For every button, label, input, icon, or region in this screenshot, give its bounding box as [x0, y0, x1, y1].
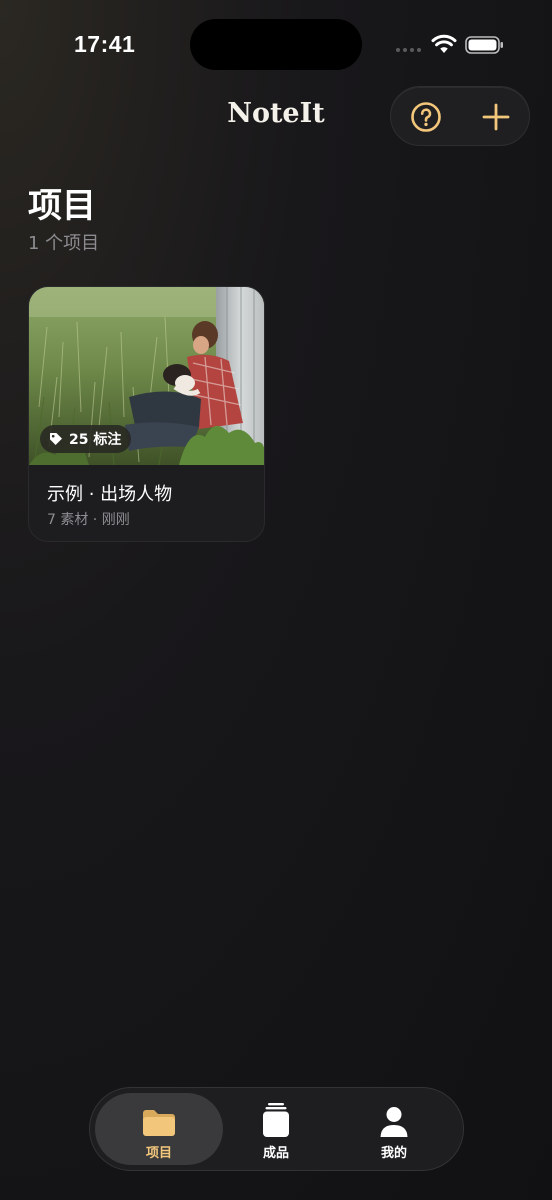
- tab-projects[interactable]: 项目: [95, 1093, 223, 1165]
- status-time: 17:41: [74, 31, 136, 57]
- cellular-signal-icon: [396, 48, 421, 52]
- folder-icon: [143, 1110, 175, 1136]
- header-actions: [390, 86, 530, 146]
- tab-projects-label: 项目: [145, 1146, 172, 1161]
- project-title: 示例 · 出场人物: [47, 484, 173, 505]
- add-project-button[interactable]: [461, 87, 531, 147]
- project-meta: 7 素材 · 刚刚: [47, 512, 130, 528]
- project-count: 1 个项目: [28, 233, 100, 254]
- tab-me[interactable]: 我的: [330, 1093, 458, 1165]
- help-button[interactable]: [391, 87, 461, 147]
- annotation-count-badge: 25 标注: [40, 425, 132, 453]
- project-card[interactable]: 25 标注 示例 · 出场人物 7 素材 · 刚刚: [28, 286, 265, 542]
- annotation-count: 25 标注: [69, 432, 122, 448]
- battery-icon: [465, 36, 503, 54]
- tag-icon: [50, 433, 62, 445]
- tab-products[interactable]: 成品: [212, 1093, 340, 1165]
- tab-bar: 项目 成品 我的: [89, 1087, 464, 1171]
- person-icon: [380, 1107, 408, 1137]
- tab-products-label: 成品: [262, 1146, 289, 1161]
- app-screen: 17:41 NoteIt 项目 1 个项目 25 标注 示例 · 出场人物 7 …: [0, 0, 552, 1200]
- wifi-icon: [431, 34, 457, 53]
- question-icon: [411, 102, 441, 132]
- stack-icon: [263, 1103, 289, 1137]
- tab-me-label: 我的: [380, 1146, 407, 1161]
- page-title: 项目: [28, 186, 96, 226]
- plus-icon: [482, 103, 510, 131]
- dynamic-island: [190, 19, 362, 70]
